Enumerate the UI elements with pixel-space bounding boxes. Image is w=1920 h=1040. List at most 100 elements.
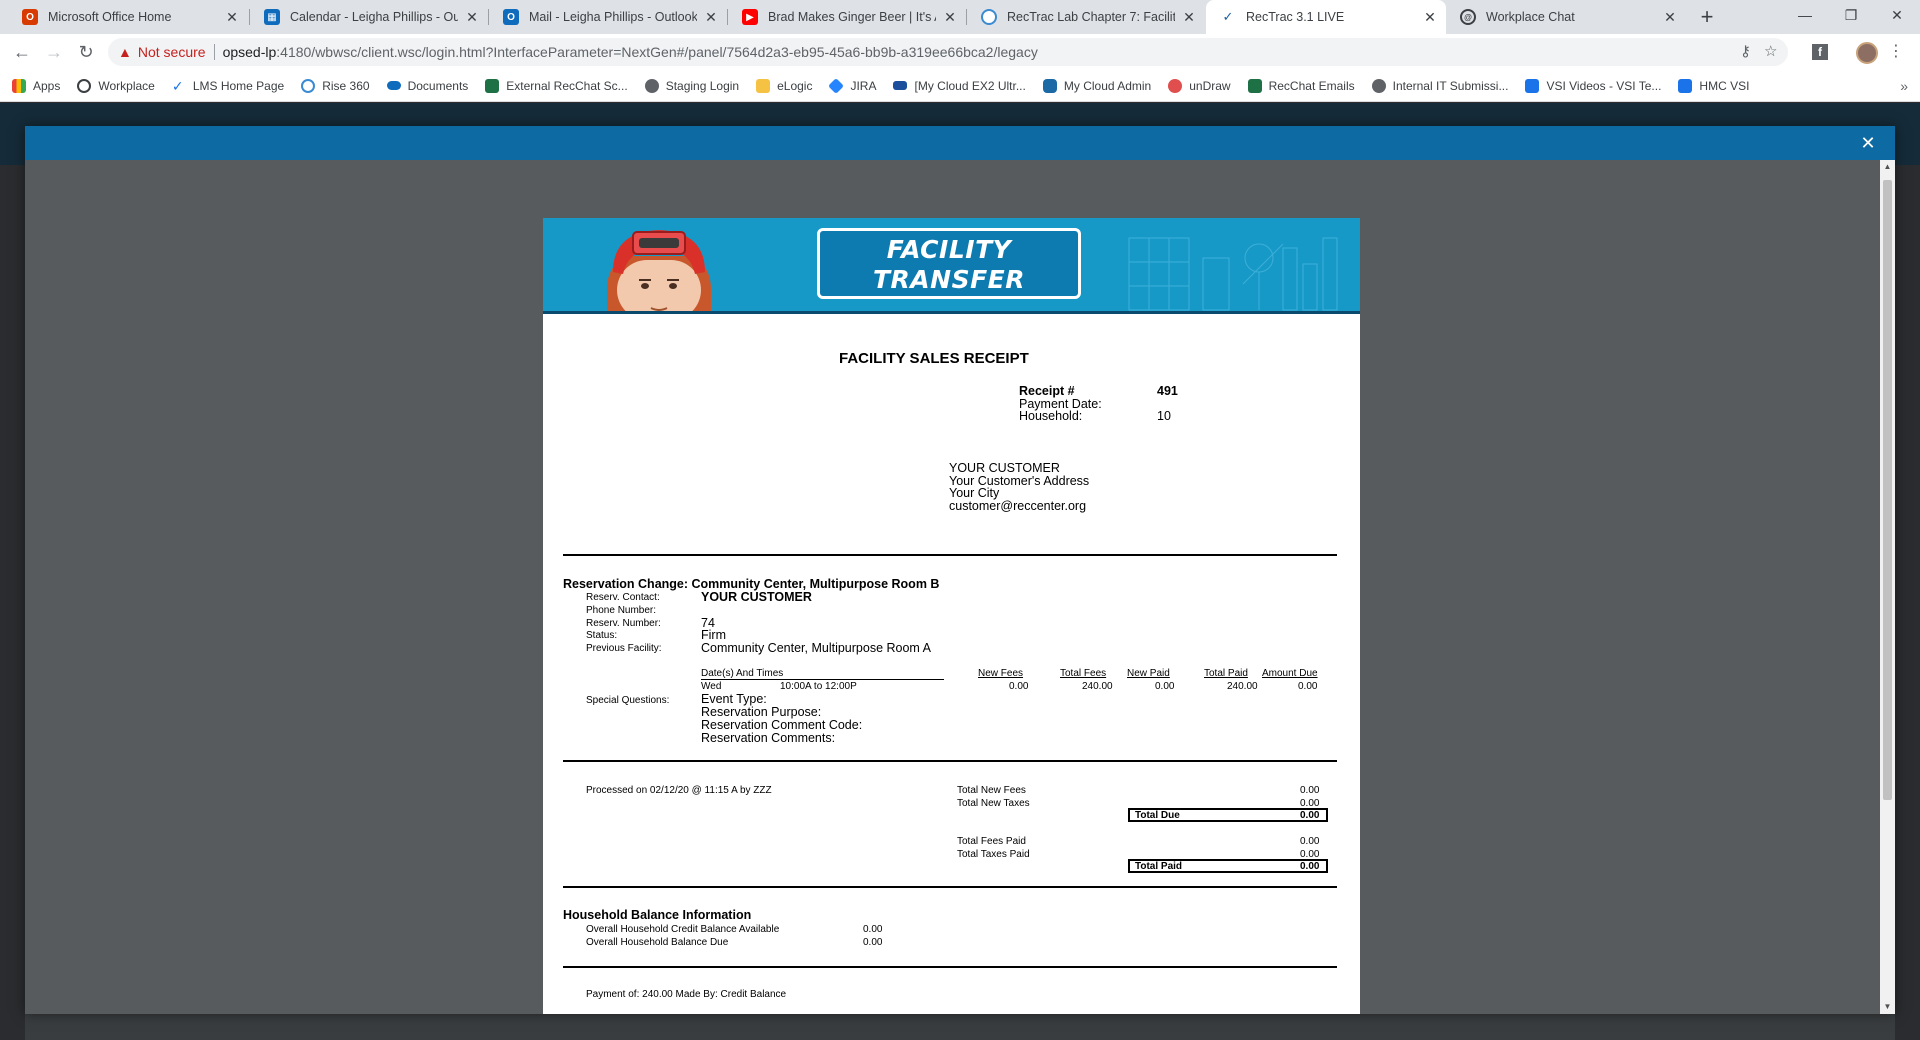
close-icon[interactable]: ✕ <box>942 9 958 26</box>
credit-balance-value: 0.00 <box>863 924 883 935</box>
status-label: Status: <box>586 630 618 641</box>
total-due-value: 0.00 <box>1300 810 1320 821</box>
globe-icon <box>1371 78 1386 93</box>
previous-facility-value: Community Center, Multipurpose Room A <box>701 641 931 655</box>
cloud-icon <box>386 81 401 90</box>
receipt-number-value: 491 <box>1157 384 1178 398</box>
tab-strip: O Microsoft Office Home ✕ ▦ Calendar - L… <box>0 0 1920 34</box>
more-bookmarks-icon[interactable]: » <box>1900 78 1908 94</box>
total-new-taxes-label: Total New Taxes <box>957 798 1030 809</box>
receipt-page: FACILITY TRANSFER FACILITY SALES RECEIPT… <box>543 218 1360 888</box>
row-total-fees: 240.00 <box>1082 681 1113 692</box>
app-right-edge <box>1895 165 1920 1040</box>
bookmark-my-cloud-admin[interactable]: My Cloud Admin <box>1042 78 1151 93</box>
office-icon: O <box>22 9 38 25</box>
bookmark-elogic[interactable]: eLogic <box>756 78 812 93</box>
total-fees-paid-label: Total Fees Paid <box>957 836 1026 847</box>
scrollbar[interactable]: ▲ ▼ <box>1880 160 1895 1014</box>
tab-title: RecTrac 3.1 LIVE <box>1246 10 1345 24</box>
restore-icon[interactable]: ❐ <box>1828 0 1874 30</box>
vsi-icon <box>1525 78 1540 93</box>
new-tab-button[interactable]: + <box>1694 4 1720 30</box>
bookmark-staging-login[interactable]: Staging Login <box>644 78 739 93</box>
close-icon[interactable]: ✕ <box>1857 132 1879 154</box>
address-bar[interactable]: ▲ Not secure opsed-lp:4180/wbwsc/client.… <box>108 38 1788 66</box>
facility-transfer-banner: FACILITY TRANSFER <box>543 218 1360 314</box>
tab-office[interactable]: O Microsoft Office Home ✕ <box>8 0 248 34</box>
minimize-icon[interactable]: — <box>1782 0 1828 30</box>
receipt-page-continued: Household Balance Information Overall Ho… <box>543 888 1360 1014</box>
tab-rectrac-lab[interactable]: RecTrac Lab Chapter 7: Facility Tr ✕ <box>967 0 1205 34</box>
close-icon[interactable]: ✕ <box>1662 9 1678 26</box>
tab-title: Brad Makes Ginger Beer | It's Aliv <box>768 10 936 24</box>
close-icon[interactable]: ✕ <box>464 9 480 26</box>
row-total-paid: 240.00 <box>1227 681 1258 692</box>
scroll-down-icon[interactable]: ▼ <box>1880 1000 1895 1014</box>
contact-label: Reserv. Contact: <box>586 592 660 603</box>
bookmark-workplace[interactable]: Workplace <box>77 78 155 93</box>
bookmark-recchat-emails[interactable]: RecChat Emails <box>1247 78 1355 93</box>
bookmark-my-cloud-ex2[interactable]: [My Cloud EX2 Ultr... <box>893 79 1026 93</box>
close-icon[interactable]: ✕ <box>1181 9 1197 26</box>
workplace-icon: @ <box>1460 9 1476 25</box>
rise-icon <box>981 9 997 25</box>
total-fees-paid-value: 0.00 <box>1300 836 1320 847</box>
bookmark-undraw[interactable]: unDraw <box>1168 78 1231 93</box>
household-value: 10 <box>1157 409 1171 423</box>
special-questions-label: Special Questions: <box>586 695 670 706</box>
forward-icon[interactable]: → <box>40 38 68 66</box>
divider <box>563 966 1337 968</box>
col-new-paid-header: New Paid <box>1127 668 1170 679</box>
tab-workplace-chat[interactable]: @ Workplace Chat ✕ <box>1446 0 1686 34</box>
bookmark-rise[interactable]: Rise 360 <box>301 78 370 93</box>
bookmark-lms[interactable]: ✓ LMS Home Page <box>172 79 284 93</box>
total-new-fees-label: Total New Fees <box>957 785 1026 796</box>
profile-avatar[interactable] <box>1856 42 1878 64</box>
close-icon[interactable]: ✕ <box>703 9 719 26</box>
close-icon[interactable]: ✕ <box>224 9 240 26</box>
purpose-question: Reservation Purpose: <box>701 705 822 719</box>
total-paid-label: Total Paid <box>1135 861 1183 872</box>
tab-rectrac-live[interactable]: ✓ RecTrac 3.1 LIVE ✕ <box>1206 0 1446 34</box>
bookmark-vsi-videos[interactable]: VSI Videos - VSI Te... <box>1525 78 1661 93</box>
scroll-up-icon[interactable]: ▲ <box>1880 160 1895 174</box>
total-taxes-paid-label: Total Taxes Paid <box>957 849 1030 860</box>
event-type-question: Event Type: <box>701 692 767 706</box>
excel-icon <box>485 78 500 93</box>
bookmark-apps[interactable]: Apps <box>12 78 60 93</box>
bookmark-internal-it[interactable]: Internal IT Submissi... <box>1371 78 1508 93</box>
key-icon[interactable]: ⚷ <box>1740 38 1751 66</box>
scroll-thumb[interactable] <box>1883 180 1892 800</box>
row-time: 10:00A to 12:00P <box>780 681 857 692</box>
customer-name: YOUR CUSTOMER <box>949 461 1060 475</box>
facebook-extension-icon[interactable]: f <box>1806 38 1834 66</box>
url-path: :4180/wbwsc/client.wsc/login.html?Interf… <box>276 44 1038 60</box>
divider <box>563 554 1337 556</box>
col-dates-header: Date(s) And Times <box>701 668 944 680</box>
contact-value: YOUR CUSTOMER <box>701 590 812 604</box>
tab-title: Microsoft Office Home <box>48 10 172 24</box>
bookmark-jira[interactable]: JIRA <box>828 77 876 94</box>
col-total-paid-header: Total Paid <box>1204 668 1248 679</box>
reservation-heading: Reservation Change: Community Center, Mu… <box>563 577 940 591</box>
close-icon[interactable]: ✕ <box>1422 9 1438 26</box>
tab-youtube[interactable]: ▶ Brad Makes Ginger Beer | It's Aliv ✕ <box>728 0 966 34</box>
customer-email: customer@reccenter.org <box>949 499 1087 513</box>
back-icon[interactable]: ← <box>8 38 36 66</box>
tab-calendar[interactable]: ▦ Calendar - Leigha Phillips - Outlo ✕ <box>250 0 488 34</box>
bookmark-external-recchat[interactable]: External RecChat Sc... <box>485 78 628 93</box>
customer-city: Your City <box>949 486 1000 500</box>
star-icon[interactable]: ☆ <box>1764 38 1777 66</box>
receipt-title: FACILITY SALES RECEIPT <box>839 350 1029 367</box>
close-window-icon[interactable]: ✕ <box>1874 0 1920 30</box>
bookmark-hmc-vsi[interactable]: HMC VSI <box>1678 78 1749 93</box>
globe-icon <box>644 78 659 93</box>
bookmark-documents[interactable]: Documents <box>386 79 468 93</box>
modal-header: ✕ <box>25 126 1895 160</box>
tab-title: Calendar - Leigha Phillips - Outlo <box>290 10 458 24</box>
menu-icon[interactable]: ⋮ <box>1886 38 1906 66</box>
previous-facility-label: Previous Facility: <box>586 643 662 654</box>
reload-icon[interactable]: ↻ <box>72 38 100 66</box>
balance-due-value: 0.00 <box>863 937 883 948</box>
tab-mail[interactable]: O Mail - Leigha Phillips - Outlook ✕ <box>489 0 727 34</box>
